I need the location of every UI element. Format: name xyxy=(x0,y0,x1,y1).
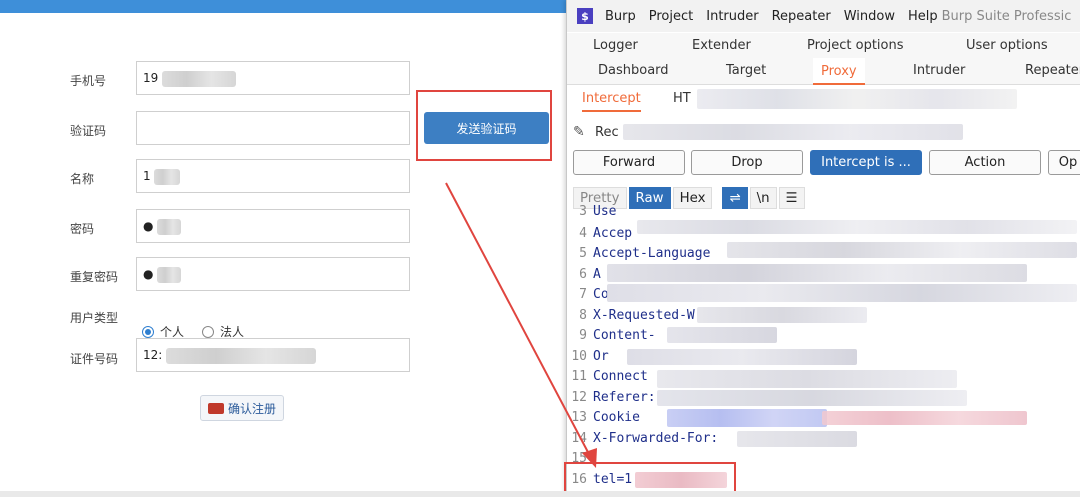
tab-project-options[interactable]: Project options xyxy=(807,38,904,53)
request-line: 5 Accept-Language xyxy=(579,246,711,261)
raw-view-button[interactable]: Raw xyxy=(628,187,671,209)
request-line: 6A xyxy=(579,267,601,282)
request-line: 8 X-Requested-W xyxy=(579,308,695,323)
redacted-blur xyxy=(166,347,317,364)
tab-extender[interactable]: Extender xyxy=(692,38,751,53)
registration-form: 手机号 19 验证码 名称 1 密码 ● 重复密码 ● 用户类型 个人 法人 证… xyxy=(0,13,565,497)
redacted-blur xyxy=(607,264,1027,282)
id-number-label: 证件号码 xyxy=(70,352,119,366)
request-line: 4 Accep xyxy=(579,226,633,241)
redacted-blur xyxy=(607,284,1077,302)
redacted-blur xyxy=(657,390,967,406)
bottom-status-strip xyxy=(0,491,1080,497)
menu-help[interactable]: Help xyxy=(908,9,938,24)
show-newlines-button[interactable]: \n xyxy=(749,187,777,209)
truck-icon xyxy=(207,402,224,414)
hex-view-button[interactable]: Hex xyxy=(672,187,713,209)
drop-button[interactable]: Drop xyxy=(691,150,803,175)
hamburger-menu-icon: ☰ xyxy=(785,190,798,206)
tab-row-1: Logger Extender Project options User opt… xyxy=(567,33,1080,59)
request-line: 7 Co xyxy=(579,287,609,302)
user-type-label: 用户类型 xyxy=(70,311,119,325)
open-browser-button[interactable]: Op xyxy=(1048,150,1080,175)
request-line: 11 Connect xyxy=(571,369,648,384)
redacted-blur xyxy=(822,411,1027,425)
burp-logo-icon: $ xyxy=(577,8,593,24)
phone-input[interactable]: 19 xyxy=(136,61,410,95)
menu-intruder[interactable]: Intruder xyxy=(706,9,758,24)
tab-row-2: Dashboard Target Proxy Intruder Repeater xyxy=(567,58,1080,85)
redacted-blur xyxy=(697,307,867,323)
tab-target[interactable]: Target xyxy=(726,63,766,78)
id-number-value: 12: xyxy=(143,348,163,362)
menu-window[interactable]: Window xyxy=(844,9,895,24)
password-label: 密码 xyxy=(70,222,95,236)
redacted-blur xyxy=(157,218,182,235)
tab-intruder[interactable]: Intruder xyxy=(913,63,965,78)
confirm-register-label: 确认注册 xyxy=(227,401,276,416)
radio-checked-icon xyxy=(142,325,154,338)
redacted-blur xyxy=(697,89,1017,109)
menu-bar: $ Burp Project Intruder Repeater Window … xyxy=(567,0,1080,32)
password-input[interactable]: ● xyxy=(136,209,410,243)
redacted-blur xyxy=(667,327,777,343)
phone-label: 手机号 xyxy=(70,74,107,88)
pencil-icon: ✎ xyxy=(573,124,585,140)
phone-value: 19 xyxy=(143,71,159,85)
redacted-blur xyxy=(657,370,957,388)
tab-repeater[interactable]: Repeater xyxy=(1025,63,1080,78)
code-label: 验证码 xyxy=(70,124,107,138)
redacted-blur xyxy=(637,220,1077,234)
tab-dashboard[interactable]: Dashboard xyxy=(598,63,669,78)
radio-unchecked-icon xyxy=(202,325,214,338)
send-code-button[interactable]: 发送验证码 xyxy=(424,112,549,144)
proxy-subtabs: Intercept HT xyxy=(567,85,1080,115)
redacted-blur xyxy=(162,70,237,87)
wrap-lines-button[interactable]: ⇌ xyxy=(722,187,748,209)
redacted-blur xyxy=(622,124,963,140)
intercept-toggle-button[interactable]: Intercept is ... xyxy=(810,150,922,175)
wrap-lines-icon: ⇌ xyxy=(729,190,741,206)
forward-button[interactable]: Forward xyxy=(573,150,685,175)
request-line: 13 Cookie xyxy=(571,410,640,425)
request-line: 10 Or xyxy=(571,349,609,364)
redacted-blur xyxy=(737,431,857,447)
tab-user-options[interactable]: User options xyxy=(966,38,1048,53)
burp-window: $ Burp Project Intruder Repeater Window … xyxy=(566,0,1080,497)
code-input[interactable] xyxy=(136,111,410,145)
redacted-blur xyxy=(627,349,857,365)
menu-icon-button[interactable]: ☰ xyxy=(778,187,805,209)
password-value: ● xyxy=(143,219,154,233)
tab-proxy[interactable]: Proxy xyxy=(813,58,865,85)
subtab-http-history[interactable]: HT xyxy=(673,91,691,106)
subtab-intercept[interactable]: Intercept xyxy=(582,91,641,112)
name-input[interactable]: 1 xyxy=(136,159,410,193)
menu-repeater[interactable]: Repeater xyxy=(772,9,831,24)
confirm-register-button[interactable]: 确认注册 xyxy=(200,395,284,421)
request-line: 3 Use xyxy=(579,204,617,219)
name-value: 1 xyxy=(143,169,151,183)
repeat-password-label: 重复密码 xyxy=(70,270,119,284)
request-line: 12 Referer: xyxy=(571,390,656,405)
menu-burp[interactable]: Burp xyxy=(605,9,636,24)
request-label: Rec xyxy=(595,124,619,140)
action-button[interactable]: Action xyxy=(929,150,1041,175)
redacted-blur xyxy=(727,242,1077,258)
redacted-blur xyxy=(667,409,827,427)
request-line: 14 X-Forwarded-For: xyxy=(571,431,719,446)
window-title: Burp Suite Professic xyxy=(941,8,1072,24)
request-line: 9 Content- xyxy=(579,328,656,343)
request-editor[interactable]: 3 Use 4 Accep 5 Accept-Language 6A 7 Co 8 X-R… xyxy=(567,204,1080,497)
redacted-blur xyxy=(157,266,182,283)
repeat-password-input[interactable]: ● xyxy=(136,257,410,291)
name-label: 名称 xyxy=(70,172,95,186)
tab-logger[interactable]: Logger xyxy=(593,38,638,53)
redacted-blur xyxy=(154,168,181,185)
id-number-input[interactable]: 12: xyxy=(136,338,410,372)
menu-project[interactable]: Project xyxy=(649,9,693,24)
repeat-password-value: ● xyxy=(143,267,154,281)
request-header-line: ✎ Rec xyxy=(573,124,963,140)
